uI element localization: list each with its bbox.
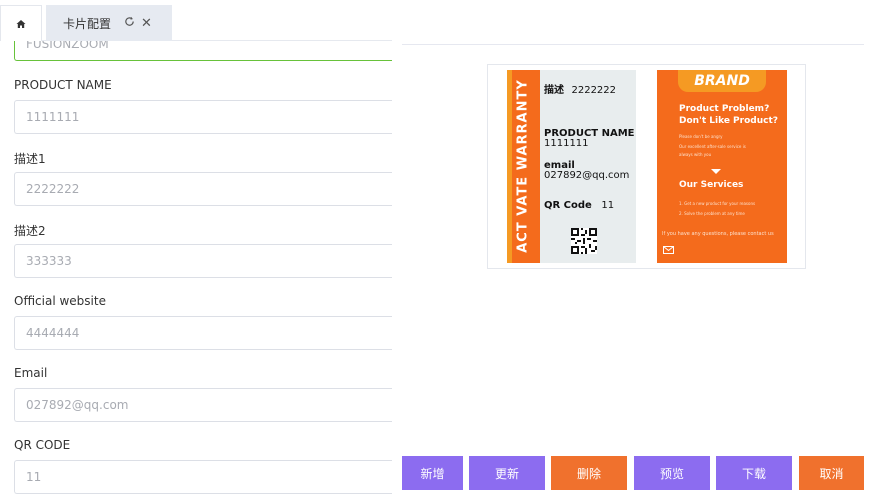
card-back-service-2: 2. Solve the problem at any time (679, 211, 745, 216)
card-brand: BRAND (694, 73, 750, 89)
card-back-services-title: Our Services (679, 180, 744, 190)
close-icon[interactable]: ✕ (141, 16, 152, 31)
desc2-input[interactable]: 333333 (14, 244, 392, 278)
home-icon (16, 19, 26, 28)
download-button[interactable]: 下载 (716, 456, 792, 490)
card-product-value: 1111111 (544, 138, 589, 149)
add-button[interactable]: 新增 (402, 456, 463, 490)
card-desc-value: 2222222 (571, 85, 617, 96)
cancel-button[interactable]: 取消 (799, 456, 864, 490)
divider (402, 44, 864, 45)
tab-card-config[interactable]: 卡片配置 ✕ (46, 5, 172, 41)
card-back-title-line1: Product Problem? (679, 104, 770, 114)
qr-code-input[interactable]: 11 (14, 460, 392, 494)
card-back-small-2: Our excellent after-sale service is (679, 144, 746, 149)
card-back: BRAND Product Problem? Don't Like Produc… (657, 70, 787, 263)
card-qr-label: QR Code (544, 200, 592, 211)
card-back-small-1: Please don't be angry (679, 134, 723, 139)
card-front: ACT VATE WARRANTY 描述 2222222 PRODUCT NAM… (507, 70, 636, 263)
email-label: Email (14, 366, 48, 380)
delete-button[interactable]: 删除 (551, 456, 627, 490)
card-qr: QR Code 11 (544, 200, 614, 211)
qr-code-label: QR CODE (14, 438, 71, 452)
desc1-label: 描述1 (14, 152, 46, 166)
tab-bar: 卡片配置 ✕ (0, 0, 392, 41)
desc2-label: 描述2 (14, 224, 46, 238)
website-input[interactable]: 4444444 (14, 316, 392, 350)
qr-code-image (571, 228, 597, 254)
card-back-contact: If you have any questions, please contac… (662, 231, 774, 237)
product-name-input[interactable]: 1111111 (14, 100, 392, 134)
brand-input[interactable]: FUSIONZOOM (14, 41, 392, 61)
card-email-value: 027892@qq.com (544, 170, 630, 181)
warranty-vertical-text: ACT VATE WARRANTY (515, 79, 531, 253)
card-back-title: Product Problem? Don't Like Product? (679, 103, 778, 127)
desc1-input[interactable]: 2222222 (14, 172, 392, 206)
website-label: Official website (14, 294, 106, 308)
update-button[interactable]: 更新 (469, 456, 545, 490)
card-front-stripe-accent (507, 70, 512, 263)
refresh-icon[interactable] (124, 16, 135, 31)
chevron-down-icon (711, 168, 721, 177)
tab-home[interactable] (0, 5, 42, 41)
card-preview: ACT VATE WARRANTY 描述 2222222 PRODUCT NAM… (487, 64, 806, 269)
product-name-label: PRODUCT NAME (14, 78, 112, 92)
card-back-service-1: 1. Get a new product for your reasons (679, 201, 756, 206)
card-desc-label: 描述 (544, 85, 564, 96)
card-back-small-3: always with you (679, 152, 712, 157)
card-back-title-line2: Don't Like Product? (679, 116, 778, 126)
mail-icon (663, 241, 674, 259)
card-config-form: FUSIONZOOM PRODUCT NAME 1111111 描述1 2222… (0, 41, 392, 504)
card-qr-value: 11 (601, 200, 615, 211)
email-input[interactable]: 027892@qq.com (14, 388, 392, 422)
preview-button[interactable]: 预览 (634, 456, 710, 490)
tab-card-config-label: 卡片配置 (63, 16, 112, 31)
card-desc: 描述 2222222 (544, 85, 616, 96)
